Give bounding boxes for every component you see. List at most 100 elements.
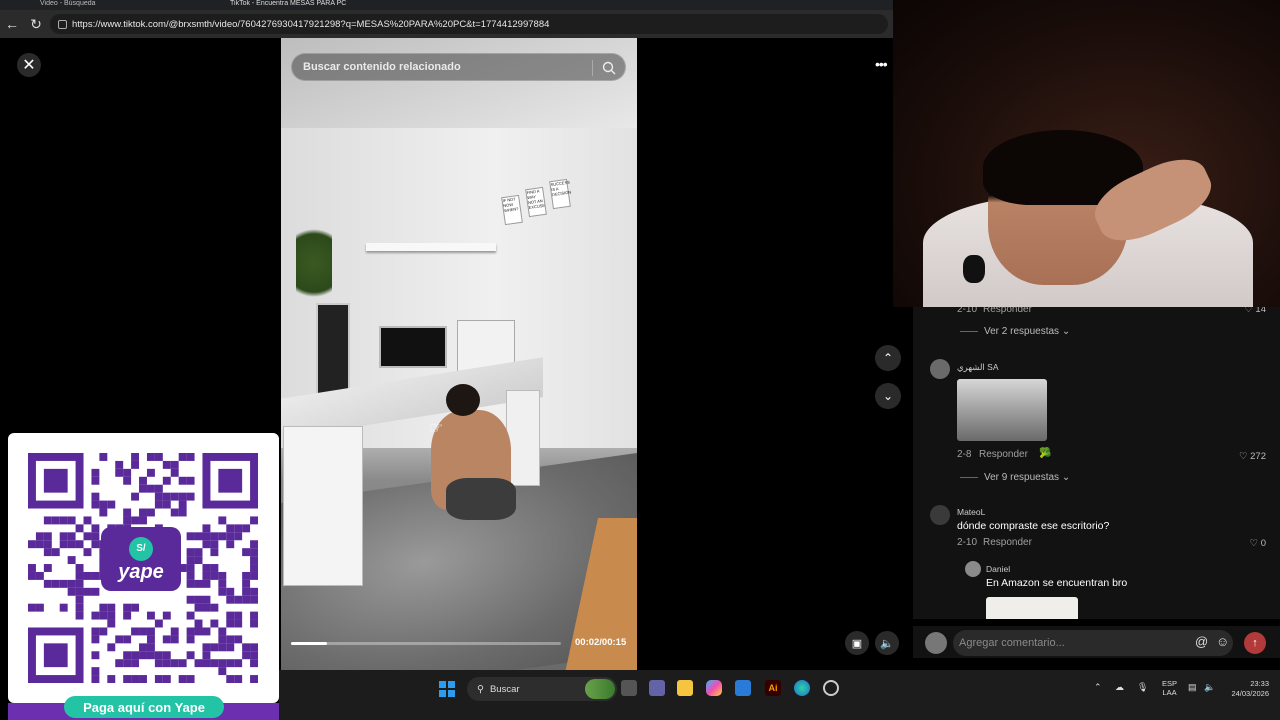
comment-image[interactable] — [957, 379, 1047, 441]
screen: Video - Búsqueda TikTok - Encuentra MESA… — [0, 0, 1280, 720]
copilot-icon[interactable] — [706, 680, 722, 696]
view-replies-link[interactable]: Ver 9 respuestas ⌄ — [960, 472, 1070, 483]
arrow-up-icon: ↑ — [1252, 637, 1258, 649]
site-info-icon[interactable] — [58, 19, 67, 29]
reload-icon: ↻ — [30, 15, 42, 32]
volume-button[interactable]: 🔈 — [875, 631, 899, 655]
search-highlight-image — [585, 679, 615, 699]
comment-date: 2-10 — [957, 307, 978, 315]
taskbar: ⚲ Buscar Ai ⌃ ☁ 🎙 ESP LAA ▤ 🔈 23:33 24/0… — [279, 670, 1280, 720]
like-count[interactable]: ♡ 0 — [1250, 538, 1266, 549]
taskbar-clock[interactable]: 23:33 24/03/2026 — [1219, 679, 1269, 699]
tab-tiktok-label: TikTok - Encuentra MESAS PARA PC — [230, 0, 347, 7]
yape-wordmark: yape — [118, 560, 164, 583]
search-icon[interactable] — [601, 60, 617, 76]
comment-image[interactable] — [986, 597, 1078, 619]
picture-in-picture-button[interactable]: ▣ — [845, 631, 869, 655]
video-player[interactable]: IF NOT NOW WHEN? FIND A WAY NOT AN EXCUS… — [281, 38, 637, 670]
yape-coin-icon: S/ — [129, 536, 153, 561]
comments-panel: 2-10 Responder ♡ 14 Ver 2 respuestas ⌄ ا… — [913, 307, 1280, 619]
avatar[interactable] — [930, 505, 950, 525]
comment-author[interactable]: الشهري SA — [957, 362, 999, 373]
related-search-placeholder: Buscar contenido relacionado — [303, 61, 461, 73]
emoji-icon[interactable]: ☺ — [1216, 634, 1229, 649]
reply-link[interactable]: Responder — [983, 307, 1032, 315]
file-explorer-icon[interactable] — [677, 680, 693, 696]
poster-3: SUCCESS IS A DECISION — [549, 178, 572, 210]
comment-text: En Amazon se encuentran bro — [986, 577, 1128, 589]
view-replies-link[interactable]: Ver 2 respuestas ⌄ — [960, 326, 1070, 337]
video-scene-plant — [296, 218, 332, 308]
network-icon[interactable]: ▤ — [1188, 682, 1197, 693]
address-bar: ← ↻ https://www.tiktok.com/@brxsmth/vide… — [0, 10, 893, 38]
teams-icon[interactable] — [649, 680, 665, 696]
comment-input-bar: Agregar comentario... @ ☺ ↑ — [913, 626, 1280, 658]
cloud-icon[interactable]: ☁ — [1115, 682, 1124, 693]
comment-date: 2-8 — [957, 449, 972, 460]
avatar[interactable] — [930, 359, 950, 379]
tab-tiktok[interactable]: TikTok - Encuentra MESAS PARA PC — [190, 0, 360, 10]
previous-video-button[interactable]: ⌃ — [875, 345, 901, 371]
like-count[interactable]: ♡ 272 — [1239, 451, 1266, 462]
microphone-icon[interactable]: 🎙 — [1137, 682, 1148, 693]
video-scene-drawers-left — [283, 426, 363, 586]
mouse-pointer-icon: ☞ — [429, 420, 444, 437]
video-scene-ceiling — [281, 38, 637, 128]
tab-strip: Video - Búsqueda TikTok - Encuentra MESA… — [0, 0, 893, 10]
windows-start-icon[interactable] — [439, 681, 455, 697]
video-scene-shelf — [366, 243, 496, 251]
task-view-icon[interactable] — [621, 680, 637, 696]
yape-pay-button[interactable]: Paga aquí con Yape — [64, 696, 224, 718]
comment-input-placeholder: Agregar comentario... — [959, 637, 1065, 649]
related-search-input[interactable]: Buscar contenido relacionado — [291, 53, 626, 81]
chevron-down-icon: ⌄ — [882, 389, 894, 403]
url-text: https://www.tiktok.com/@brxsmth/video/76… — [72, 18, 550, 30]
video-scene-person-legs — [446, 478, 516, 520]
like-count[interactable]: ♡ 14 — [1244, 307, 1266, 315]
yape-qr-card: S/ yape — [8, 433, 279, 703]
next-video-button[interactable]: ⌄ — [875, 383, 901, 409]
close-icon: ✕ — [22, 57, 36, 74]
store-icon[interactable] — [735, 680, 751, 696]
comment-input[interactable]: Agregar comentario... — [953, 630, 1233, 656]
reload-button[interactable]: ↻ — [24, 10, 48, 38]
reply-link[interactable]: Responder — [979, 449, 1028, 460]
microphone-icon — [963, 255, 985, 283]
reply-link[interactable]: Responder — [983, 537, 1032, 548]
video-scene-monitor — [379, 326, 447, 368]
volume-icon[interactable]: 🔈 — [1204, 682, 1215, 693]
comment-date: 2-10 — [957, 537, 978, 548]
comment-author[interactable]: Daniel — [986, 564, 1010, 574]
comment-text: dónde compraste ese escritorio? — [957, 520, 1110, 532]
chevron-up-icon: ⌃ — [882, 351, 894, 365]
poster-2: FIND A WAY NOT AN EXCUSE — [525, 186, 547, 218]
video-scene-drawers-right — [506, 390, 540, 486]
avatar — [925, 632, 947, 654]
back-button[interactable]: ← — [0, 10, 24, 38]
emoji-reaction-icon: 🥦 — [1039, 448, 1052, 459]
video-time: 00:02/00:15 — [575, 637, 627, 648]
poster-1: IF NOT NOW WHEN? — [501, 194, 523, 226]
webcam-overlay — [893, 0, 1280, 307]
mention-icon[interactable]: @ — [1195, 634, 1208, 649]
obs-icon[interactable] — [823, 680, 839, 696]
video-progress-bar[interactable] — [291, 642, 561, 645]
search-divider — [592, 60, 593, 76]
send-button[interactable]: ↑ — [1244, 632, 1266, 654]
edge-icon[interactable] — [794, 680, 810, 696]
video-progress-fill — [291, 642, 328, 645]
illustrator-icon[interactable]: Ai — [765, 680, 781, 696]
speaker-icon: 🔈 — [880, 637, 894, 650]
close-button[interactable]: ✕ — [17, 53, 41, 77]
pip-icon: ▣ — [851, 637, 863, 650]
taskbar-search-label: Buscar — [489, 683, 520, 695]
comment-author[interactable]: MateoL — [957, 507, 985, 517]
language-indicator[interactable]: ESP LAA — [1162, 679, 1177, 697]
tab-search-label: Video - Búsqueda — [40, 0, 96, 7]
taskbar-search[interactable]: ⚲ Buscar — [467, 677, 617, 701]
tab-search[interactable]: Video - Búsqueda — [0, 0, 190, 10]
more-options-icon[interactable]: ••• — [875, 56, 888, 72]
chevron-up-icon[interactable]: ⌃ — [1094, 682, 1102, 693]
avatar[interactable] — [965, 561, 981, 577]
url-field[interactable]: https://www.tiktok.com/@brxsmth/video/76… — [50, 14, 888, 34]
